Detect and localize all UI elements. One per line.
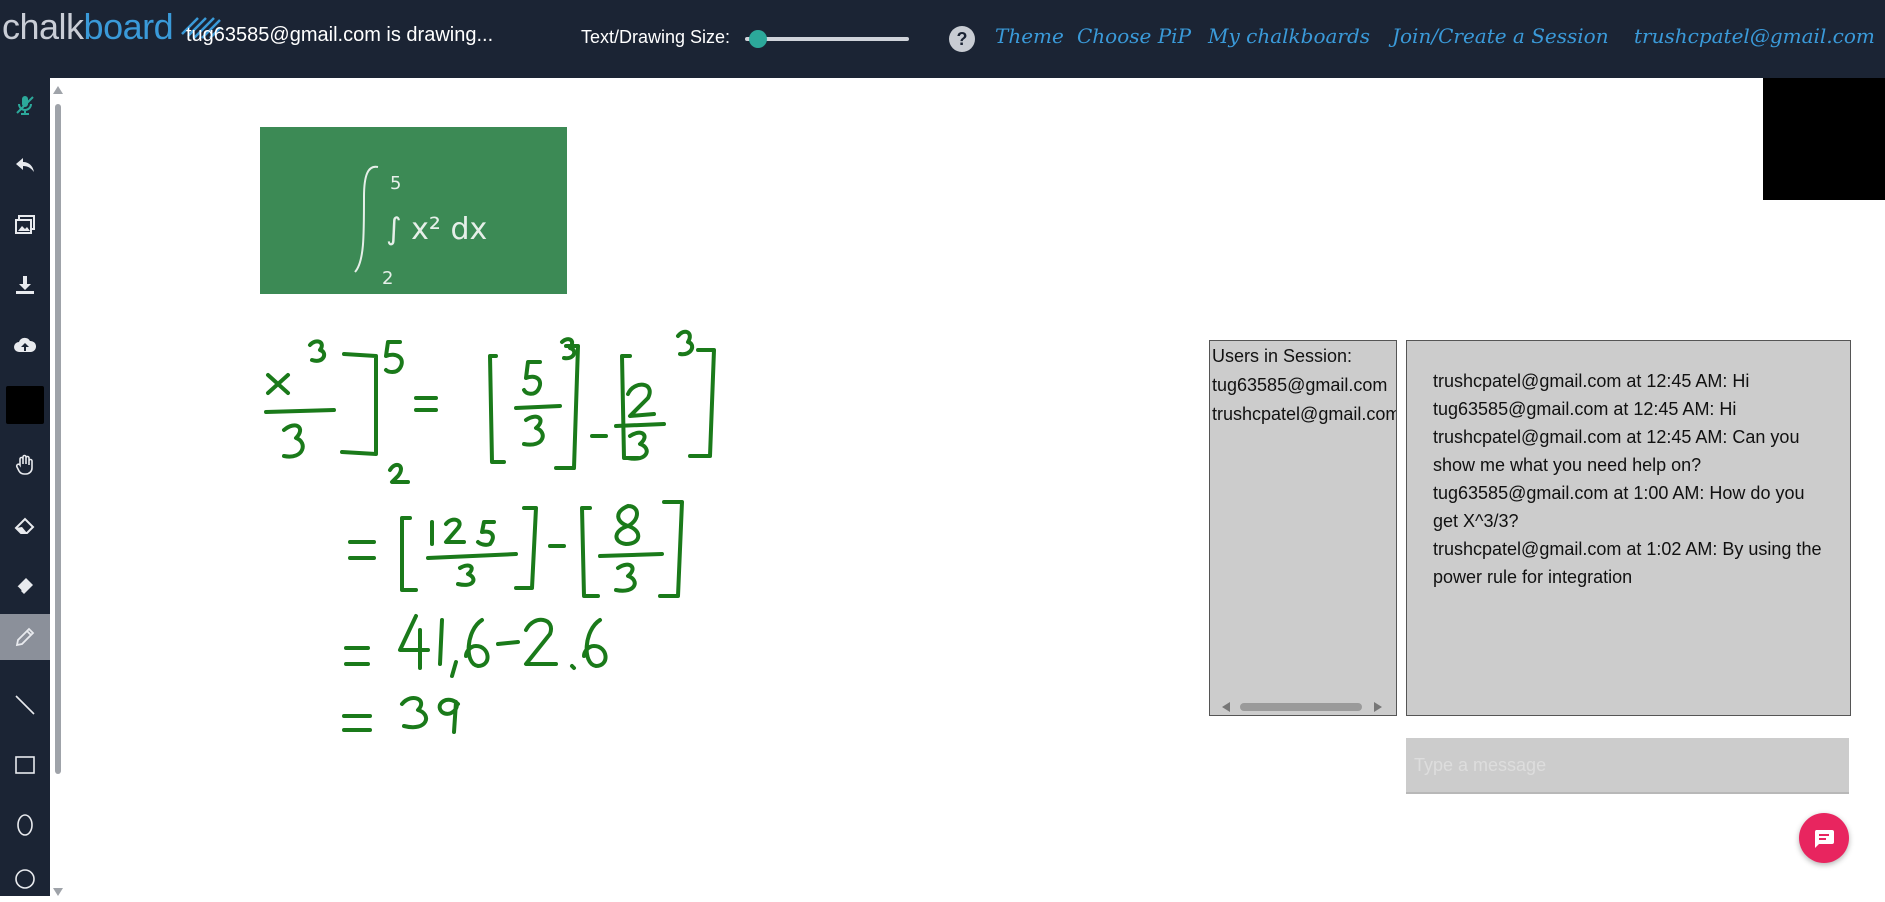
integral-lower-limit: 2 (382, 268, 393, 289)
chat-toggle-button[interactable] (1799, 813, 1849, 863)
tool-ellipse[interactable] (0, 802, 50, 848)
download-icon (16, 276, 34, 294)
pencil-icon (15, 627, 35, 647)
drawing-status: tug63585@gmail.com is drawing... (186, 24, 494, 46)
tool-rectangle[interactable] (0, 742, 50, 788)
chat-message-list: trushcpatel@gmail.com at 12:45 AM: Hi tu… (1407, 341, 1850, 591)
canvas-vertical-scrollbar[interactable] (52, 86, 64, 896)
pip-video-frame[interactable] (1763, 78, 1885, 200)
user-item: tug63585@gmail.com (1212, 375, 1388, 395)
chat-panel: trushcpatel@gmail.com at 12:45 AM: Hi tu… (1406, 340, 1851, 716)
tool-color[interactable] (0, 382, 50, 428)
chat-message: tug63585@gmail.com at 12:45 AM: Hi (1433, 399, 1737, 419)
top-bar: chalkboard tug63585@gmail.com is drawing… (0, 0, 1885, 78)
integral-image-graphic: 5 2 ∫ x² dx (260, 127, 567, 294)
slider-track[interactable] (745, 37, 909, 41)
tool-circle[interactable] (0, 856, 50, 902)
tool-sidebar (0, 78, 50, 896)
undo-icon (16, 158, 34, 172)
tool-undo[interactable] (0, 142, 50, 188)
users-panel: Users in Session: tug63585@gmail.com tru… (1209, 340, 1397, 716)
tool-pencil[interactable] (0, 614, 50, 660)
tool-image[interactable] (0, 202, 50, 248)
nav-theme[interactable]: Theme (995, 24, 1064, 48)
logo-text-board: board (83, 6, 174, 47)
user-item: trushcpatel@gmail.com (1212, 404, 1397, 424)
color-swatch-icon (6, 386, 44, 424)
tool-eraser[interactable] (0, 562, 50, 608)
image-icon (15, 215, 35, 234)
chat-message: trushcpatel@gmail.com at 12:45 AM: Hi (1433, 371, 1750, 391)
tool-clear[interactable] (0, 502, 50, 548)
line-icon (15, 695, 35, 715)
integral-upper-limit: 5 (390, 173, 401, 194)
tool-download[interactable] (0, 262, 50, 308)
nav-join-create-session[interactable]: Join/Create a Session (1392, 24, 1609, 48)
scroll-down-arrow-icon[interactable] (53, 888, 63, 896)
nav-choose-pip[interactable]: Choose PiP (1077, 24, 1191, 48)
help-icon[interactable]: ? (949, 26, 975, 52)
tool-microphone[interactable] (0, 82, 50, 128)
chalkboard-image[interactable]: 5 2 ∫ x² dx (260, 127, 567, 294)
scroll-up-arrow-icon[interactable] (53, 86, 63, 94)
eraser-icon (16, 578, 33, 594)
tool-cloud-upload[interactable] (0, 322, 50, 368)
rectangle-icon (15, 756, 35, 774)
scroll-right-arrow-icon[interactable] (1374, 702, 1382, 712)
clear-icon (14, 517, 35, 534)
tool-line[interactable] (0, 682, 50, 728)
chat-message-input[interactable] (1406, 738, 1849, 794)
tool-pan[interactable] (0, 442, 50, 488)
integral-expression: ∫ x² dx (386, 212, 487, 247)
users-panel-title: Users in Session: (1212, 346, 1353, 366)
microphone-icon (16, 96, 34, 115)
nav-my-chalkboards[interactable]: My chalkboards (1208, 24, 1370, 48)
circle-icon (15, 869, 35, 889)
users-scrollbar-thumb[interactable] (1240, 703, 1362, 711)
slider-thumb[interactable] (749, 30, 767, 48)
ellipse-icon (17, 814, 33, 836)
size-label: Text/Drawing Size: (581, 27, 731, 47)
users-horizontal-scrollbar[interactable] (1216, 699, 1388, 713)
app-logo[interactable]: chalkboard (2, 6, 174, 48)
handwritten-math (264, 329, 716, 734)
hand-icon (15, 454, 33, 475)
chat-message: trushcpatel@gmail.com at 1:02 AM: By usi… (1433, 539, 1822, 587)
chat-message: tug63585@gmail.com at 1:00 AM: How do yo… (1433, 483, 1805, 531)
scroll-left-arrow-icon[interactable] (1222, 702, 1230, 712)
drawing-size-slider[interactable] (745, 30, 909, 48)
chat-message: trushcpatel@gmail.com at 12:45 AM: Can y… (1433, 427, 1800, 475)
scrollbar-thumb[interactable] (55, 104, 61, 774)
chat-bubble-icon (1814, 830, 1834, 848)
logo-text-chalk: chalk (2, 6, 84, 47)
nav-account[interactable]: trushcpatel@gmail.com (1634, 24, 1875, 48)
cloud-upload-icon (14, 337, 37, 352)
